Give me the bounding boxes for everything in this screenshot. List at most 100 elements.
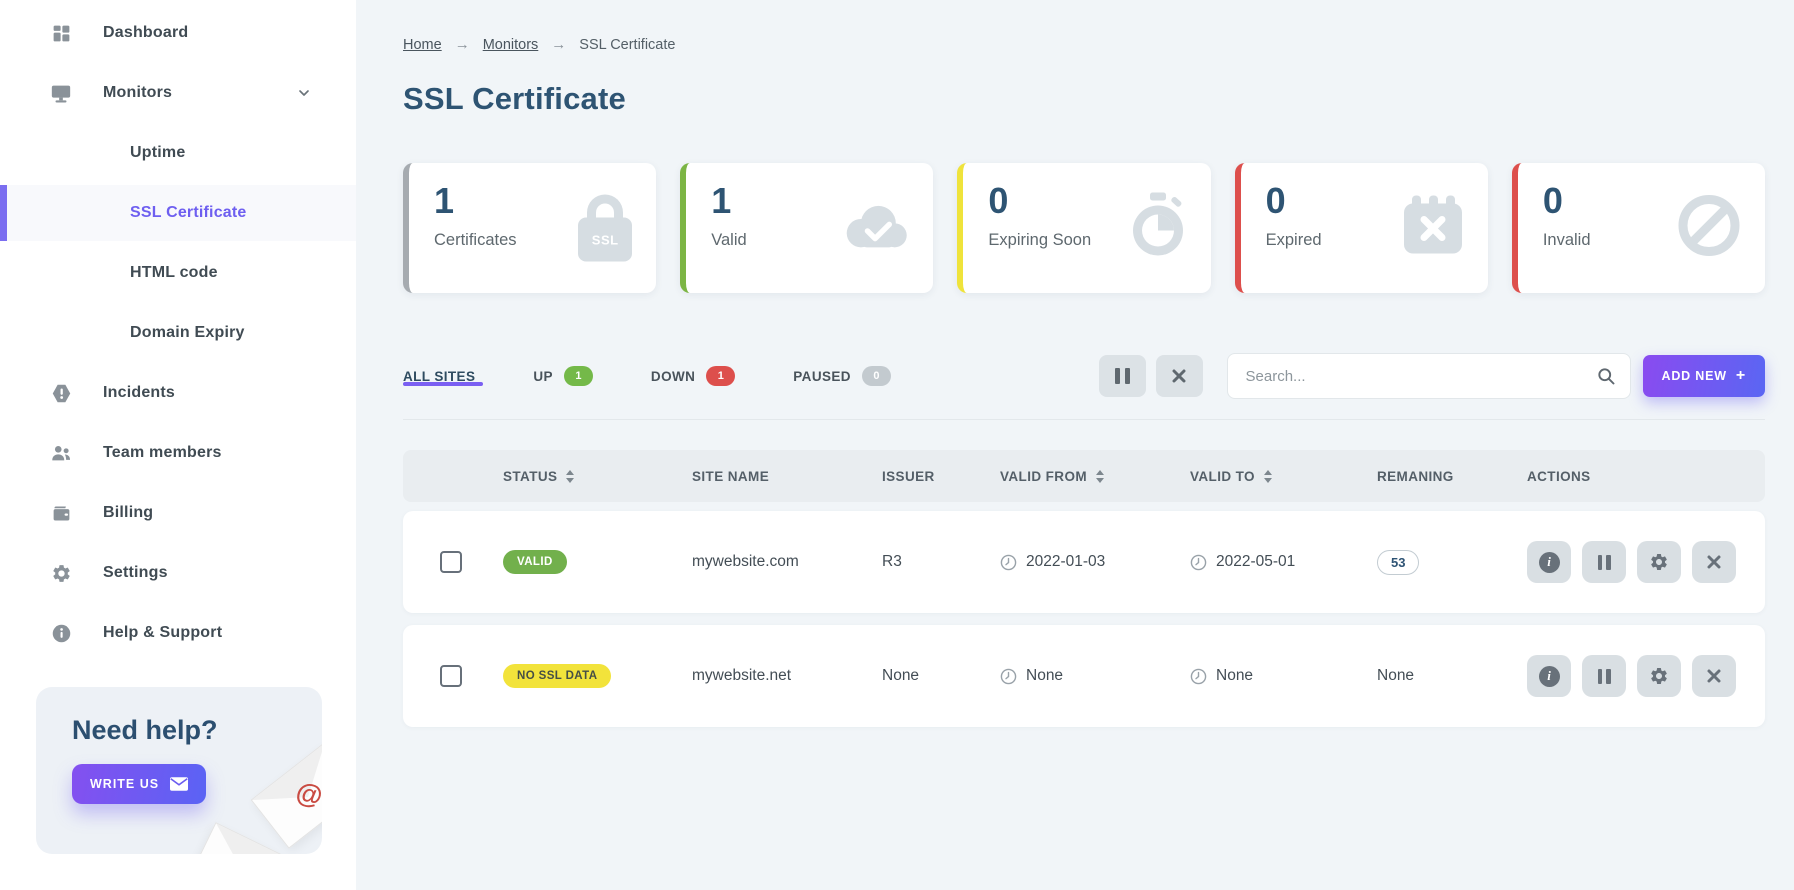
sidebar-item-team-members[interactable]: Team members (0, 425, 356, 481)
info-circle-icon (50, 622, 72, 644)
ban-circle-icon (1677, 194, 1741, 263)
need-help-title: Need help? (72, 715, 218, 745)
monitor-icon (50, 82, 72, 104)
write-us-button[interactable]: WRITE US (72, 764, 207, 804)
search-input[interactable] (1226, 353, 1631, 399)
sidebar-item-label: Monitors (103, 84, 173, 101)
sidebar-item-settings[interactable]: Settings (0, 545, 356, 601)
paused-count-badge: 0 (861, 366, 891, 386)
sidebar-item-monitors[interactable]: Monitors (0, 65, 356, 121)
envelope-illustration (192, 822, 284, 854)
x-icon (1707, 555, 1721, 569)
stats-row: 1 Certificates SSL 1 Valid 0 Expiring So… (403, 163, 1766, 293)
gear-icon (50, 562, 72, 584)
breadcrumb-monitors[interactable]: Monitors (483, 37, 539, 53)
clock-icon (1000, 668, 1017, 684)
stat-card-expiring-soon: 0 Expiring Soon (957, 163, 1211, 293)
site-name-cell: mywebsite.net (692, 667, 792, 684)
clock-icon (1190, 554, 1207, 570)
sort-icon[interactable] (566, 470, 574, 483)
add-new-button[interactable]: ADD NEW + (1642, 355, 1765, 397)
down-count-badge: 1 (706, 366, 736, 386)
sort-icon[interactable] (1096, 470, 1104, 483)
stat-card-invalid: 0 Invalid (1511, 163, 1766, 293)
tab-down[interactable]: DOWN 1 (651, 366, 736, 386)
active-indicator-bar (0, 185, 7, 241)
valid-to-cell: 2022-05-01 (1190, 553, 1377, 571)
sidebar-item-domain-expiry[interactable]: Domain Expiry (0, 305, 356, 361)
row-actions: i (1527, 541, 1765, 583)
close-button[interactable] (1692, 655, 1736, 697)
sidebar-item-billing[interactable]: Billing (0, 485, 356, 541)
pause-icon (1114, 368, 1130, 384)
valid-from-cell: 2022-01-03 (1000, 553, 1190, 571)
page-title: SSL Certificate (403, 81, 626, 116)
breadcrumb-home[interactable]: Home (403, 37, 442, 53)
pause-button[interactable] (1582, 655, 1626, 697)
x-icon (1707, 669, 1721, 683)
chevron-down-icon (296, 85, 312, 101)
clock-icon (1190, 668, 1207, 684)
sidebar: Dashboard Monitors Uptime SSL Certificat… (0, 0, 356, 890)
settings-button[interactable] (1637, 655, 1681, 697)
toolbar-controls: ADD NEW + (1089, 353, 1765, 399)
header-status[interactable]: STATUS (503, 469, 692, 484)
info-icon: i (1538, 551, 1560, 573)
sidebar-item-label: Dashboard (103, 24, 189, 41)
filter-toolbar: ALL SITES UP 1 DOWN 1 PAUSED 0 Search...… (403, 353, 1765, 420)
info-button[interactable]: i (1527, 655, 1571, 697)
stat-card-certificates: 1 Certificates SSL (403, 163, 657, 293)
settings-button[interactable] (1637, 541, 1681, 583)
stopwatch-icon (1129, 192, 1187, 264)
header-valid-to[interactable]: VALID TO (1190, 469, 1377, 484)
row-checkbox[interactable] (440, 665, 462, 687)
sidebar-item-html-code[interactable]: HTML code (0, 245, 356, 301)
bulk-pause-button[interactable] (1098, 355, 1146, 397)
sidebar-item-dashboard[interactable]: Dashboard (0, 5, 356, 61)
close-button[interactable] (1692, 541, 1736, 583)
breadcrumb-current: SSL Certificate (579, 36, 676, 53)
header-remaining: REMANING (1377, 468, 1454, 484)
sidebar-item-help-support[interactable]: Help & Support (0, 605, 356, 661)
valid-from-cell: None (1000, 667, 1190, 685)
certificates-table: STATUS SITE NAME ISSUER VALID FROM VALID… (403, 450, 1765, 727)
remaining-badge: 53 (1377, 549, 1420, 575)
sidebar-nav: Dashboard Monitors Uptime SSL Certificat… (0, 0, 356, 665)
stat-card-valid: 1 Valid (680, 163, 934, 293)
gear-icon (1651, 554, 1667, 570)
header-issuer: ISSUER (882, 468, 935, 484)
sidebar-item-incidents[interactable]: Incidents (0, 365, 356, 421)
tab-up[interactable]: UP 1 (533, 366, 593, 386)
x-icon (1171, 368, 1187, 384)
tab-all-sites[interactable]: ALL SITES (403, 369, 483, 386)
need-help-card: Need help? WRITE US @ (36, 687, 322, 854)
gear-icon (1651, 668, 1667, 684)
sidebar-item-uptime[interactable]: Uptime (0, 125, 356, 181)
breadcrumb: Home → Monitors → SSL Certificate (403, 36, 1765, 53)
row-actions: i (1527, 655, 1765, 697)
table-header-row: STATUS SITE NAME ISSUER VALID FROM VALID… (403, 450, 1765, 502)
issuer-cell: None (882, 667, 920, 684)
calendar-x-icon (1402, 195, 1464, 261)
header-valid-from[interactable]: VALID FROM (1000, 469, 1190, 484)
tab-paused[interactable]: PAUSED 0 (793, 366, 891, 386)
at-symbol-decoration: @ (293, 776, 322, 812)
plus-icon: + (1735, 367, 1746, 384)
ssl-lock-icon: SSL (578, 194, 633, 262)
stat-card-expired: 0 Expired (1234, 163, 1488, 293)
up-count-badge: 1 (563, 366, 593, 386)
team-people-icon (50, 442, 72, 464)
bulk-close-button[interactable] (1155, 355, 1203, 397)
pause-button[interactable] (1582, 541, 1626, 583)
search-icon (1596, 366, 1616, 386)
sidebar-item-ssl-certificate[interactable]: SSL Certificate (0, 185, 356, 241)
app-window: Dashboard Monitors Uptime SSL Certificat… (0, 0, 1794, 890)
row-checkbox[interactable] (440, 551, 462, 573)
breadcrumb-arrow: → (454, 36, 470, 53)
envelope-icon (170, 777, 189, 791)
sort-icon[interactable] (1264, 470, 1272, 483)
info-button[interactable]: i (1527, 541, 1571, 583)
incident-hexagon-icon (50, 382, 72, 404)
site-name-cell: mywebsite.com (692, 553, 799, 570)
header-actions: ACTIONS (1527, 468, 1591, 484)
